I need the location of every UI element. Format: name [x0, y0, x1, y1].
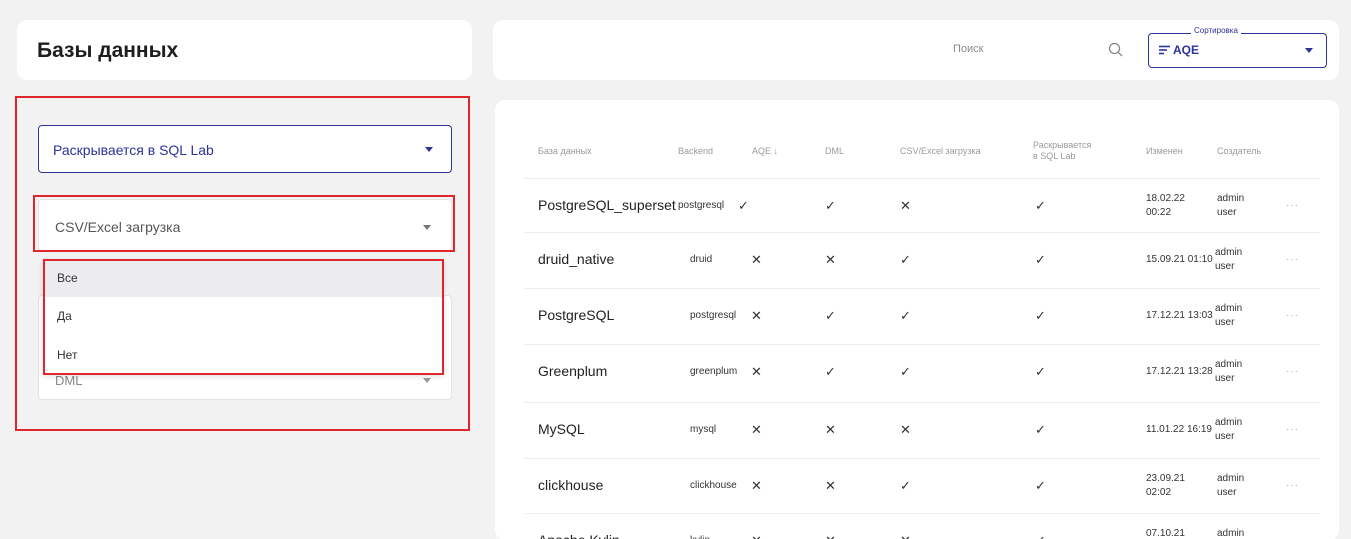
column-header-aqe[interactable]: AQE ↓ — [752, 146, 778, 157]
dml-mark: ✓ — [825, 363, 836, 379]
highlight-frame — [43, 259, 444, 375]
backend-value: postgresql — [678, 199, 725, 211]
backend-value: clickhouse — [690, 479, 737, 491]
search-icon[interactable] — [1107, 41, 1125, 59]
backend-value: kylin — [690, 535, 710, 539]
row-divider — [525, 344, 1320, 345]
creator-role: user — [1217, 206, 1237, 218]
modified-date: 17.12.21 13:28 — [1146, 365, 1213, 377]
backend-value: postgresql — [690, 309, 737, 321]
creator-role: user — [1215, 260, 1235, 272]
row-divider — [525, 402, 1320, 403]
column-header-name[interactable]: База данных — [538, 146, 592, 157]
creator-name: admin — [1215, 358, 1243, 370]
row-divider — [525, 513, 1320, 514]
dml-mark: ✕ — [825, 477, 836, 493]
creator-name: admin — [1217, 192, 1245, 204]
sqllab-mark: ✓ — [1035, 251, 1046, 267]
csv-mark: ✓ — [900, 363, 911, 379]
sqllab-mark: ✓ — [1035, 533, 1046, 539]
modified-time: 00:22 — [1146, 206, 1172, 218]
creator-role: user — [1215, 430, 1235, 442]
sqllab-mark: ✓ — [1035, 307, 1046, 323]
column-header-sqllab[interactable]: Раскрывается в SQL Lab — [1033, 140, 1093, 162]
creator-role: user — [1217, 486, 1237, 498]
column-header-modified[interactable]: Изменен — [1146, 146, 1183, 157]
more-actions-icon[interactable]: ··· — [1286, 310, 1299, 321]
column-header-creator[interactable]: Создатель — [1217, 146, 1261, 157]
sqllab-mark: ✓ — [1035, 197, 1046, 213]
row-divider — [525, 458, 1320, 459]
database-name[interactable]: PostgreSQL — [538, 307, 614, 323]
row-divider — [525, 232, 1320, 233]
backend-value: druid — [690, 253, 713, 265]
more-actions-icon[interactable]: ··· — [1286, 535, 1299, 539]
creator-name: admin — [1215, 302, 1243, 314]
backend-value: mysql — [690, 423, 717, 435]
chevron-down-icon — [1305, 48, 1313, 53]
database-name[interactable]: clickhouse — [538, 477, 603, 493]
aqe-mark: ✕ — [751, 533, 762, 539]
column-header-backend[interactable]: Backend — [678, 146, 713, 157]
database-name[interactable]: PostgreSQL_superset — [538, 197, 676, 213]
aqe-mark: ✕ — [751, 251, 762, 267]
more-actions-icon[interactable]: ··· — [1286, 254, 1299, 265]
aqe-mark: ✕ — [751, 477, 762, 493]
database-name[interactable]: Apache Kylin — [538, 532, 620, 539]
csv-mark: ✕ — [900, 533, 911, 539]
sqllab-mark: ✓ — [1035, 363, 1046, 379]
csv-mark: ✕ — [900, 421, 911, 437]
modified-date: 17.12.21 13:03 — [1146, 309, 1213, 321]
creator-name: admin — [1215, 246, 1243, 258]
more-actions-icon[interactable]: ··· — [1286, 200, 1299, 211]
database-name[interactable]: Greenplum — [538, 363, 607, 379]
database-name[interactable]: MySQL — [538, 421, 585, 437]
csv-mark: ✓ — [900, 477, 911, 493]
column-header-dml[interactable]: DML — [825, 146, 844, 157]
creator-name: admin — [1217, 472, 1245, 484]
sort-select[interactable]: Сортировка AQE — [1148, 26, 1327, 68]
csv-mark: ✕ — [900, 197, 911, 213]
more-actions-icon[interactable]: ··· — [1286, 480, 1299, 491]
creator-role: user — [1215, 316, 1235, 328]
csv-mark: ✓ — [900, 251, 911, 267]
modified-date: 07.10.21 — [1146, 527, 1185, 539]
more-actions-icon[interactable]: ··· — [1286, 424, 1299, 435]
column-header-csv[interactable]: CSV/Excel загрузка — [900, 146, 981, 157]
page-title: Базы данных — [37, 39, 179, 62]
csv-mark: ✓ — [900, 307, 911, 323]
aqe-mark: ✕ — [751, 421, 762, 437]
modified-date: 11.01.22 16:19 — [1146, 423, 1212, 435]
more-actions-icon[interactable]: ··· — [1286, 366, 1299, 377]
aqe-mark: ✓ — [738, 197, 749, 213]
modified-date: 23.09.21 — [1146, 472, 1185, 484]
dml-mark: ✕ — [825, 251, 836, 267]
modified-date: 15.09.21 01:10 — [1146, 253, 1213, 265]
toolbar-card: Поиск Сортировка AQE — [493, 20, 1339, 80]
dml-mark: ✕ — [825, 421, 836, 437]
row-divider — [525, 288, 1320, 289]
search-placeholder: Поиск — [953, 43, 984, 55]
database-name[interactable]: druid_native — [538, 251, 614, 267]
aqe-mark: ✕ — [751, 307, 762, 323]
aqe-mark: ✕ — [751, 363, 762, 379]
row-divider — [525, 178, 1320, 179]
highlight-frame — [33, 195, 455, 252]
sort-legend: Сортировка — [1191, 26, 1241, 36]
dml-mark: ✓ — [825, 197, 836, 213]
sqllab-mark: ✓ — [1035, 421, 1046, 437]
modified-date: 18.02.22 — [1146, 192, 1185, 204]
sort-value: AQE — [1173, 43, 1200, 57]
title-card: Базы данных — [17, 20, 472, 80]
creator-role: user — [1215, 372, 1235, 384]
creator-name: admin — [1217, 527, 1245, 539]
search-input[interactable]: Поиск — [953, 32, 1131, 68]
dml-mark: ✓ — [825, 307, 836, 323]
backend-value: greenplum — [690, 365, 738, 377]
sqllab-mark: ✓ — [1035, 477, 1046, 493]
creator-name: admin — [1215, 416, 1243, 428]
dml-mark: ✕ — [825, 533, 836, 539]
modified-time: 02:02 — [1146, 486, 1172, 498]
sort-icon — [1159, 45, 1170, 55]
